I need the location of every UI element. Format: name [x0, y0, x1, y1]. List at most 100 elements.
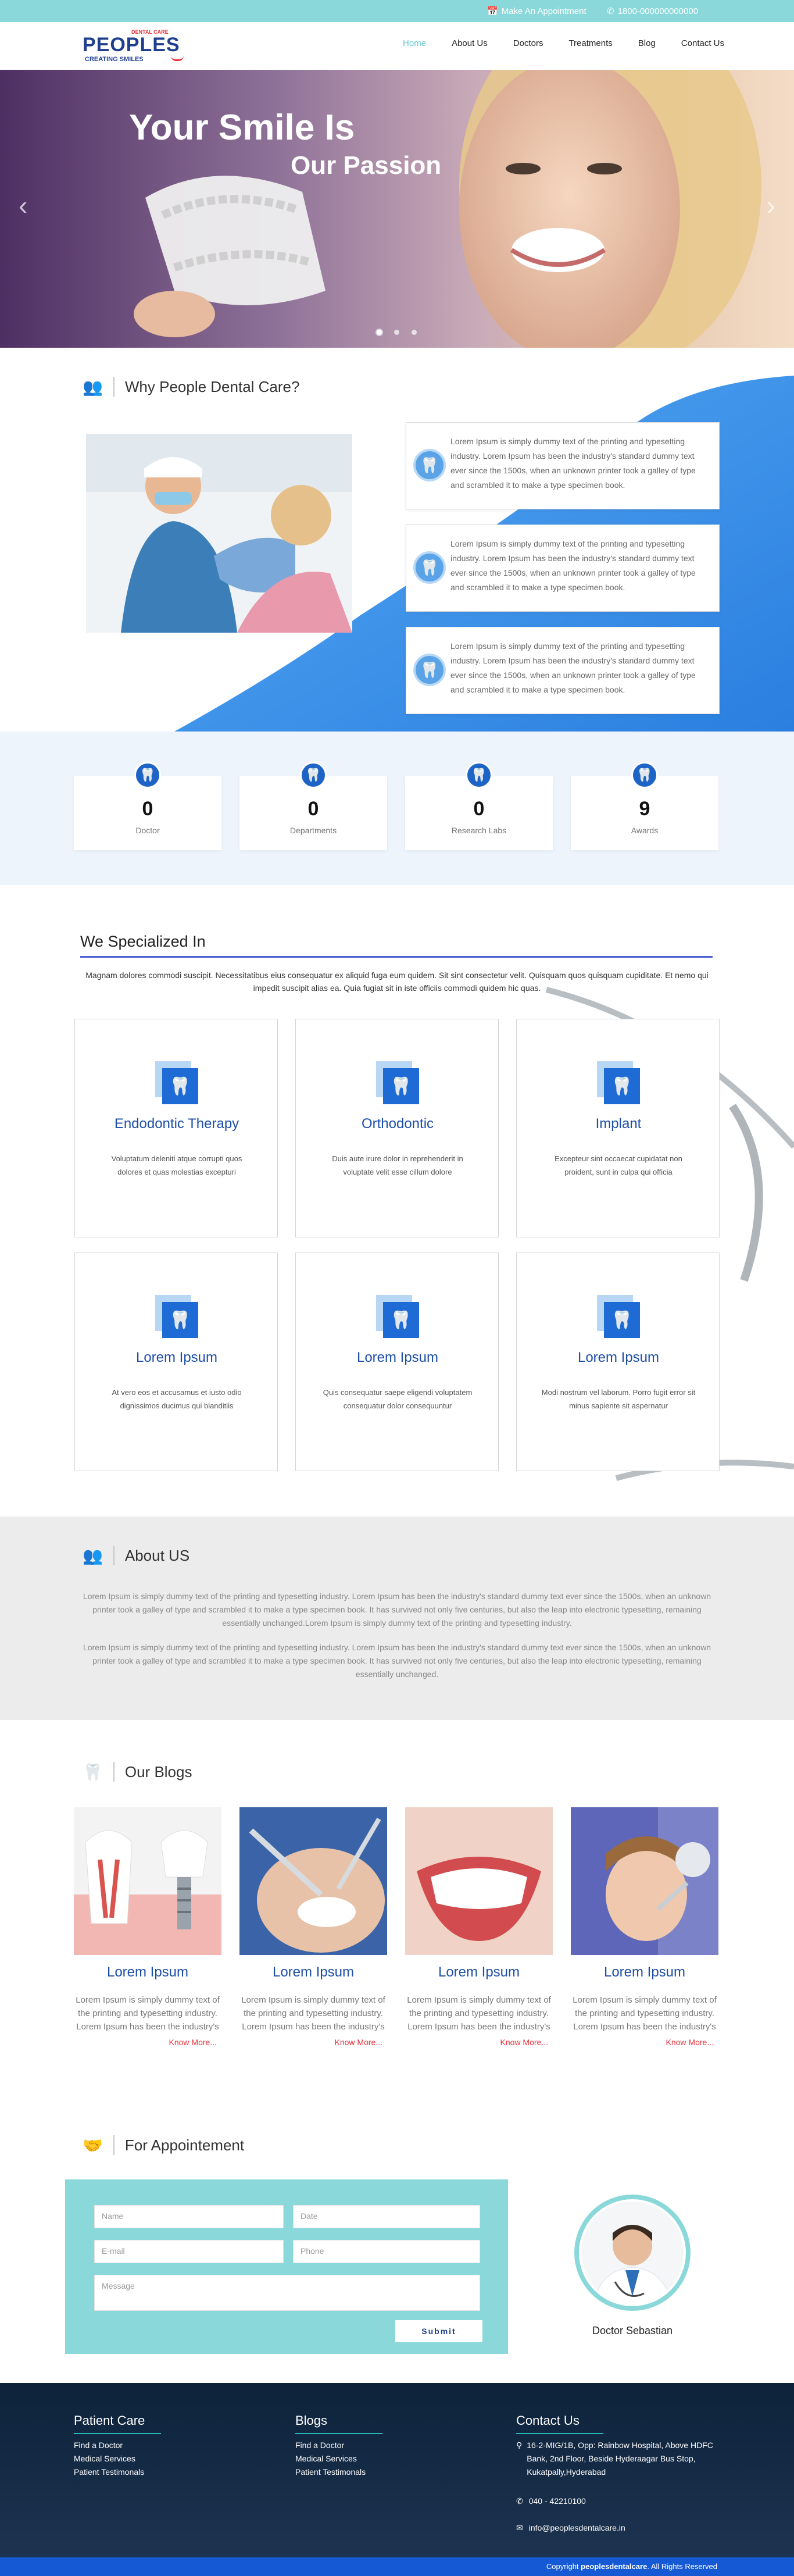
doctor-photo: [574, 2195, 691, 2311]
users-icon: 👥: [83, 1546, 103, 1565]
spec-card-5[interactable]: 🦷 Lorem Ipsum Quis consequatur saepe eli…: [295, 1253, 499, 1471]
specialized-intro: Magnam dolores commodi suscipit. Necessi…: [85, 971, 709, 993]
know-more-link[interactable]: Know More...: [500, 2038, 548, 2047]
about-heading: 👥 About US: [83, 1546, 190, 1565]
hero-image: [134, 70, 761, 348]
tooth-icon: 🦷: [604, 1302, 640, 1338]
top-bar: 📅 Make An Appointment ✆ 1800-00000000000…: [0, 0, 794, 22]
know-more-link[interactable]: Know More...: [666, 2038, 714, 2047]
tooth-icon: 🦷: [413, 654, 446, 686]
specialized-section: We Specialized In Magnam dolores commodi…: [0, 885, 794, 1517]
handshake-icon: 🤝: [83, 2136, 103, 2154]
main-nav: Home About Us Doctors Treatments Blog Co…: [403, 38, 724, 48]
submit-button[interactable]: Submit: [395, 2320, 482, 2342]
blog-card-3[interactable]: Lorem Ipsum Lorem Ipsum is simply dummy …: [405, 1807, 553, 2051]
nav-treatments[interactable]: Treatments: [568, 38, 612, 48]
footer-patient-care-title: Patient Care: [74, 2413, 145, 2428]
slider-dot-3[interactable]: [412, 330, 417, 335]
tooth-icon: 🦷: [383, 1068, 419, 1104]
phone-link[interactable]: ✆ 1800-000000000000: [607, 6, 698, 17]
footer-contact-title: Contact Us: [516, 2413, 580, 2428]
name-field[interactable]: Name: [94, 2205, 284, 2228]
why-box-1: 🦷 Lorem Ipsum is simply dummy text of th…: [406, 422, 720, 509]
footer: Patient Care Find a Doctor Medical Servi…: [0, 2383, 794, 2557]
blogs-heading: 🦷 Our Blogs: [83, 1762, 192, 1782]
tooth-icon: 🦷: [300, 762, 327, 789]
tooth-icon: 🦷: [383, 1302, 419, 1338]
tooth-icon: 🦷: [134, 762, 161, 789]
about-section: 👥 About US Lorem Ipsum is simply dummy t…: [0, 1517, 794, 1720]
about-paragraph-1: Lorem Ipsum is simply dummy text of the …: [83, 1592, 711, 1628]
tooth-icon: 🦷: [413, 449, 446, 481]
tooth-icon: 🦷: [466, 762, 492, 789]
logo[interactable]: DENTAL CARE PEOPLES CREATING SMILES: [83, 28, 187, 64]
email-field[interactable]: E-mail: [94, 2240, 284, 2263]
nav-home[interactable]: Home: [403, 38, 426, 48]
spec-card-4[interactable]: 🦷 Lorem Ipsum At vero eos et accusamus e…: [74, 1253, 278, 1471]
footer-patient-care-list: Find a Doctor Medical Services Patient T…: [74, 2441, 145, 2477]
spec-card-endodontic[interactable]: 🦷 Endodontic Therapy Voluptatum deleniti…: [74, 1019, 278, 1237]
specialized-heading: We Specialized In: [80, 933, 206, 950]
footer-email[interactable]: ✉ info@peoplesdentalcare.in: [516, 2521, 625, 2535]
footer-blogs-list: Find a Doctor Medical Services Patient T…: [295, 2441, 366, 2477]
nav-doctors[interactable]: Doctors: [513, 38, 543, 48]
footer-blogs-title: Blogs: [295, 2413, 328, 2428]
blog-card-2[interactable]: Lorem Ipsum Lorem Ipsum is simply dummy …: [239, 1807, 387, 2051]
stat-awards: 🦷 9 Awards: [571, 762, 718, 850]
tooth-icon: 🦷: [413, 551, 446, 584]
stat-doctor: 🦷 0 Doctor: [74, 762, 221, 850]
tooth-icon: 🦷: [631, 762, 658, 789]
heading-underline: [80, 956, 713, 958]
blog-image-smile: [405, 1807, 553, 1955]
know-more-link[interactable]: Know More...: [335, 2038, 382, 2047]
blog-card-1[interactable]: Lorem Ipsum Lorem Ipsum is simply dummy …: [74, 1807, 221, 2051]
message-field[interactable]: Message: [94, 2275, 480, 2311]
nav-contact-us[interactable]: Contact Us: [681, 38, 724, 48]
stat-research-labs: 🦷 0 Research Labs: [405, 762, 553, 850]
spec-card-orthodontic[interactable]: 🦷 Orthodontic Duis aute irure dolor in r…: [295, 1019, 499, 1237]
copyright-brand-link[interactable]: peoplesdentalcare: [581, 2562, 647, 2571]
footer-phone[interactable]: ✆ 040 - 42210100: [516, 2495, 586, 2508]
doctor-name: Doctor Sebastian: [592, 2325, 673, 2336]
tooth-icon: 🦷: [162, 1068, 198, 1104]
spec-card-6[interactable]: 🦷 Lorem Ipsum Modi nostrum vel laborum. …: [516, 1253, 720, 1471]
date-field[interactable]: Date: [293, 2205, 480, 2228]
nav-about-us[interactable]: About Us: [452, 38, 488, 48]
phone-icon: ✆: [516, 2496, 523, 2506]
slider-prev-icon[interactable]: ‹: [19, 190, 27, 221]
users-icon: 👥: [83, 377, 103, 396]
why-section: 👥 Why People Dental Care? 🦷 Lorem Ipsum …: [0, 348, 794, 732]
tooth-icon: 🦷: [83, 1762, 103, 1781]
know-more-link[interactable]: Know More...: [169, 2038, 217, 2047]
blogs-section: 🦷 Our Blogs Lorem Ipsum Lorem Ipsum is s…: [0, 1720, 794, 2075]
phone-field[interactable]: Phone: [293, 2240, 480, 2263]
why-heading: 👥 Why People Dental Care?: [83, 377, 300, 397]
phone-icon: ✆: [607, 6, 614, 16]
stat-departments: 🦷 0 Departments: [239, 762, 387, 850]
slider-next-icon[interactable]: ›: [767, 190, 775, 221]
appointment-link[interactable]: 📅 Make An Appointment: [487, 6, 586, 17]
dentist-photo: [86, 434, 352, 633]
blog-image-implant: [74, 1807, 221, 1955]
appointment-heading: 🤝 For Appointement: [83, 2135, 245, 2155]
calendar-icon: 📅: [487, 6, 498, 16]
blog-image-dental-exam: [239, 1807, 387, 1955]
tooth-icon: 🦷: [604, 1068, 640, 1104]
smile-icon: [171, 56, 184, 61]
slider-dot-1[interactable]: [377, 330, 382, 335]
map-pin-icon: ⚲: [516, 2441, 523, 2450]
tooth-icon: 🦷: [162, 1302, 198, 1338]
blog-card-4[interactable]: Lorem Ipsum Lorem Ipsum is simply dummy …: [571, 1807, 718, 2051]
footer-address: ⚲ 16-2-MIG/1B, Opp: Rainbow Hospital, Ab…: [516, 2439, 725, 2479]
spec-card-implant[interactable]: 🦷 Implant Excepteur sint occaecat cupida…: [516, 1019, 720, 1237]
hero-slider: Your Smile Is Our Passion ‹ ›: [0, 70, 794, 348]
copyright-bar: Copyright peoplesdentalcare. All Rights …: [0, 2557, 794, 2576]
slider-dot-2[interactable]: [394, 330, 399, 335]
hero-title: Your Smile Is: [129, 108, 355, 148]
about-paragraph-2: Lorem Ipsum is simply dummy text of the …: [83, 1643, 711, 1679]
header: DENTAL CARE PEOPLES CREATING SMILES Home…: [0, 22, 794, 70]
blog-image-child-patient: [571, 1807, 718, 1955]
hero-subtitle: Our Passion: [291, 151, 442, 180]
why-box-3: 🦷 Lorem Ipsum is simply dummy text of th…: [406, 627, 720, 714]
nav-blog[interactable]: Blog: [638, 38, 656, 48]
